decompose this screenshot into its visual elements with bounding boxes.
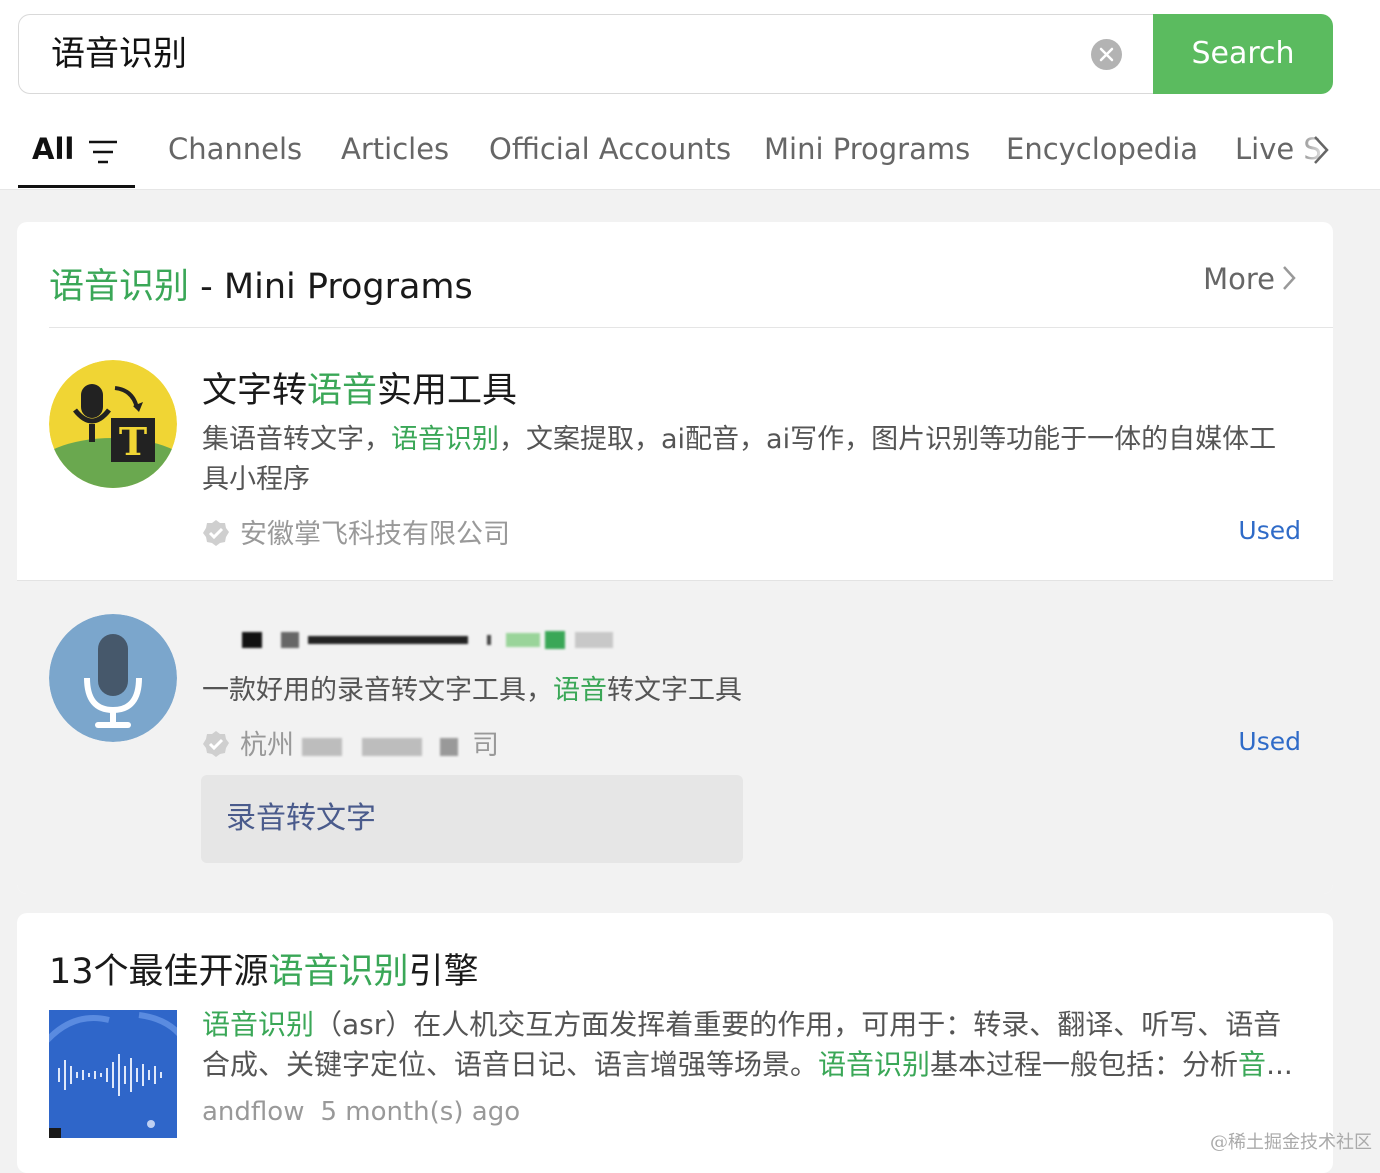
article-snippet: 语音识别（asr）在人机交互方面发挥着重要的作用，可用于：转录、翻译、听写、语音… <box>202 1005 1302 1085</box>
item-description: 一款好用的录音转文字工具，语音转文字工具 <box>202 671 1302 711</box>
article-meta: andflow 5 month(s) ago <box>202 1097 520 1127</box>
more-label: More <box>1203 262 1275 296</box>
desc-highlight: 音 <box>1238 1048 1267 1081</box>
org-name: 安徽掌飞科技有限公司 <box>240 519 510 550</box>
desc-ellipsis: ... <box>1266 1048 1293 1081</box>
desc-highlight: 语音识别 <box>202 1008 315 1041</box>
chevron-right-icon <box>1283 266 1296 290</box>
mini-program-item[interactable]: T 文字转语音实用工具 集语音转文字，语音识别，文案提取，ai配音，ai写作，图… <box>17 328 1333 580</box>
desc-part: 基本过程一般包括：分析 <box>930 1048 1239 1081</box>
mini-programs-card: 语音识别 - Mini Programs More T 文字转语音实用工具 集语… <box>17 222 1333 894</box>
redacted-block <box>302 737 342 756</box>
search-input[interactable]: 语音识别 <box>18 14 1169 94</box>
desc-highlight: 语音 <box>553 675 607 706</box>
title-highlight: 语音 <box>307 371 378 411</box>
article-card[interactable]: 13个最佳开源语音识别引擎 语音识别（asr）在人机交互方面发挥着重要的作用，可… <box>17 913 1333 1173</box>
desc-highlight: 语音识别 <box>818 1048 931 1081</box>
svg-text:T: T <box>119 419 147 464</box>
item-description: 集语音转文字，语音识别，文案提取，ai配音，ai写作，图片识别等功能于一体的自媒… <box>202 420 1302 500</box>
item-organization: 杭州 司 <box>202 723 499 765</box>
redacted-block <box>440 737 458 756</box>
title-highlight: 语音识别 <box>268 952 409 992</box>
search-header: 语音识别 Search All Channels Articles Offici… <box>0 0 1380 190</box>
section-title-text: - Mini Programs <box>189 267 473 307</box>
clear-icon[interactable] <box>1091 39 1122 70</box>
used-badge[interactable]: Used <box>1238 727 1301 756</box>
title-part: 实用工具 <box>377 371 518 411</box>
tab-channels[interactable]: Channels <box>168 132 302 166</box>
article-thumbnail <box>49 1010 177 1138</box>
tab-encyclopedia[interactable]: Encyclopedia <box>1006 132 1198 166</box>
app-logo-icon: T <box>49 360 177 488</box>
title-part: 引擎 <box>408 952 479 992</box>
desc-part: 一款好用的录音转文字工具， <box>202 675 553 706</box>
sub-page-link[interactable]: 录音转文字 <box>201 775 743 863</box>
tab-articles[interactable]: Articles <box>341 132 449 166</box>
section-title-keyword: 语音识别 <box>49 267 190 307</box>
item-organization: 安徽掌飞科技有限公司 <box>202 512 510 554</box>
desc-highlight: 语音识别 <box>391 424 499 455</box>
item-title: 文字转语音实用工具 <box>202 362 517 413</box>
filter-icon[interactable] <box>88 140 118 168</box>
article-author: andflow <box>202 1097 305 1127</box>
verified-icon <box>202 730 230 765</box>
article-title: 13个最佳开源语音识别引擎 <box>49 943 479 994</box>
search-query[interactable]: 语音识别 <box>51 33 187 75</box>
search-button[interactable]: Search <box>1153 14 1333 94</box>
chevron-right-icon[interactable] <box>1312 134 1330 170</box>
desc-part: 集语音转文字， <box>202 424 391 455</box>
tab-official-accounts[interactable]: Official Accounts <box>489 132 731 166</box>
org-name-start: 杭州 <box>240 730 294 761</box>
tab-bar: All Channels Articles Official Accounts … <box>0 118 1380 188</box>
title-part: 文字转 <box>202 371 308 411</box>
microphone-icon <box>49 614 177 742</box>
item-title-redacted <box>242 629 613 649</box>
active-tab-indicator <box>18 185 135 188</box>
more-link[interactable]: More <box>1203 262 1297 296</box>
mini-program-item[interactable]: 一款好用的录音转文字工具，语音转文字工具 杭州 司 Used 录音转文字 <box>17 580 1333 894</box>
tab-mini-programs[interactable]: Mini Programs <box>764 132 970 166</box>
article-time: 5 month(s) ago <box>320 1097 521 1127</box>
section-title: 语音识别 - Mini Programs <box>49 258 473 309</box>
title-part: 13个最佳开源 <box>49 952 269 992</box>
tab-all[interactable]: All <box>32 132 74 166</box>
used-badge[interactable]: Used <box>1238 516 1301 545</box>
verified-icon <box>202 519 230 554</box>
redacted-block <box>362 737 422 756</box>
desc-part: 转文字工具 <box>607 675 742 706</box>
org-name-end: 司 <box>472 730 499 761</box>
watermark: @稀土掘金技术社区 <box>1210 1132 1372 1153</box>
